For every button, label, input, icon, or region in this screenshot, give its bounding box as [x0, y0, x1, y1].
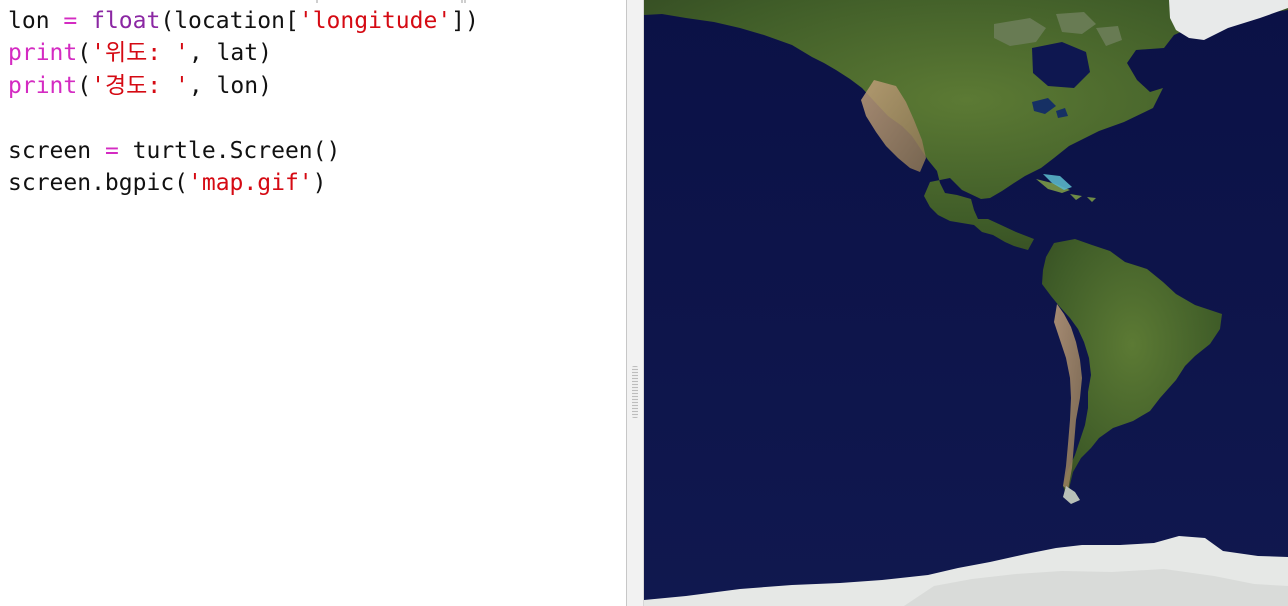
code-token-default: (: [77, 40, 92, 67]
code-token-default: ): [312, 169, 327, 196]
code-line[interactable]: screen.bgpic('map.gif'): [8, 167, 479, 199]
code-token-string: 'longitude': [298, 8, 452, 34]
app-window: lon = float(location['longitude']) print(…: [0, 0, 1288, 606]
code-token-default: (location[: [160, 8, 299, 34]
code-token-op: =: [104, 137, 119, 164]
code-token-default: ]): [451, 8, 479, 34]
code-token-string: 'map.gif': [188, 169, 313, 196]
code-line[interactable]: lon = float(location['longitude']): [8, 5, 479, 37]
code-token-default: (: [77, 72, 92, 99]
code-token-default: [77, 8, 91, 34]
code-token-op: =: [63, 8, 78, 34]
code-lines[interactable]: lon = float(location['longitude']) print(…: [8, 5, 479, 199]
code-token-default: turtle.Screen(): [118, 137, 341, 164]
code-token-default: lon: [8, 8, 64, 34]
code-line[interactable]: [8, 102, 479, 134]
code-token-default: screen: [8, 137, 105, 164]
code-line[interactable]: print('위도: ', lat): [8, 37, 479, 69]
code-line[interactable]: print('경도: ', lon): [8, 70, 479, 102]
code-token-builtin: float: [91, 8, 161, 34]
turtle-screen[interactable]: [644, 0, 1288, 606]
world-map-background: [644, 0, 1288, 606]
code-token-default: , lon): [188, 72, 272, 99]
pane-divider[interactable]: [626, 0, 644, 606]
code-token-keyword: print: [8, 40, 78, 67]
code-token-keyword: print: [8, 72, 78, 99]
code-token-string: '위도: ': [91, 40, 189, 67]
code-token-default: , lat): [188, 40, 272, 67]
code-line[interactable]: screen = turtle.Screen(): [8, 135, 479, 167]
code-token-default: screen.bgpic(: [8, 169, 189, 196]
code-token-string: '경도: ': [91, 72, 189, 99]
divider-grip[interactable]: [632, 366, 638, 418]
code-editor[interactable]: lon = float(location['longitude']) print(…: [0, 0, 626, 606]
editor-top-marks: [0, 0, 626, 3]
